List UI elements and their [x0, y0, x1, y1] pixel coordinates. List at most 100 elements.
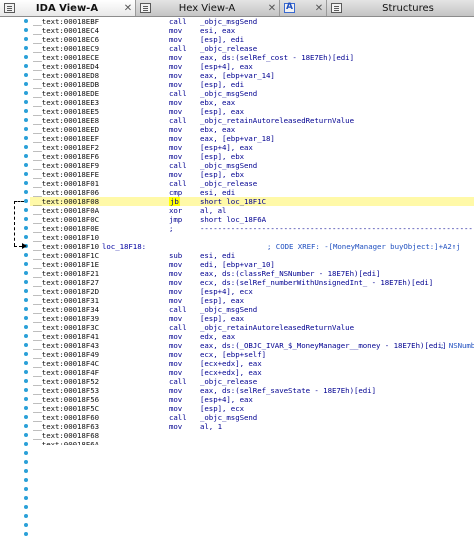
listing-row[interactable]: __text:00018F21 mov eax, ds:(classRef_NSNu…: [30, 269, 474, 278]
tab-structures[interactable]: Structures: [327, 0, 474, 16]
breakpoint-dot-icon[interactable]: [24, 469, 28, 473]
breakpoint-dot-icon[interactable]: [24, 28, 28, 32]
breakpoint-dot-icon[interactable]: [24, 406, 28, 410]
operands[interactable]: [esp+4], eax: [200, 62, 253, 71]
listing-row[interactable]: __text:00018F60 call _objc_msgSend: [30, 413, 474, 422]
operands[interactable]: _objc_release: [200, 179, 257, 188]
listing-row[interactable]: __text:00018F52 call _objc_release: [30, 377, 474, 386]
listing-row[interactable]: __text:00018EC9 call _objc_release: [30, 44, 474, 53]
operands[interactable]: [esp+4], ecx: [200, 287, 253, 296]
tab-ida-view-a[interactable]: IDA View-A ✕: [0, 0, 136, 16]
breakpoint-dot-icon[interactable]: [24, 478, 28, 482]
listing-row[interactable]: __text:00018F0C jmp short loc_18F6A: [30, 215, 474, 224]
operands[interactable]: [esp], ebx: [200, 152, 244, 161]
breakpoint-dot-icon[interactable]: [24, 55, 28, 59]
operands[interactable]: eax, ds:(_OBJC_IVAR_$_MoneyManager__mone…: [200, 341, 446, 350]
operands[interactable]: edi, [ebp+var_10]: [200, 260, 275, 269]
code-label[interactable]: loc_18F18:: [102, 242, 146, 251]
operands[interactable]: eax, ds:(classRef_NSNumber - 18E7Eh)[edi…: [200, 269, 380, 278]
breakpoint-dot-icon[interactable]: [24, 136, 28, 140]
listing-row[interactable]: __text:00018F56 mov [esp+4], eax: [30, 395, 474, 404]
listing-row[interactable]: __text:00018F41 mov edx, eax: [30, 332, 474, 341]
listing-row[interactable]: __text:00018F31 mov [esp], eax: [30, 296, 474, 305]
tab-font[interactable]: A ✕: [280, 0, 327, 16]
breakpoint-dot-icon[interactable]: [24, 424, 28, 428]
operands[interactable]: ebx, eax: [200, 125, 235, 134]
operands[interactable]: esi, eax: [200, 26, 235, 35]
close-icon[interactable]: ✕: [312, 3, 326, 14]
listing-row[interactable]: __text:00018ED4 mov [esp+4], eax: [30, 62, 474, 71]
listing-row[interactable]: __text:00018EC4 mov esi, eax: [30, 26, 474, 35]
operands[interactable]: al, al: [200, 206, 226, 215]
operands[interactable]: _objc_msgSend: [200, 413, 257, 422]
operands[interactable]: [esp], ecx: [200, 404, 244, 413]
breakpoint-dot-icon[interactable]: [24, 397, 28, 401]
breakpoint-dot-icon[interactable]: [24, 388, 28, 392]
operands[interactable]: _objc_release: [200, 44, 257, 53]
operands[interactable]: _objc_msgSend: [200, 89, 257, 98]
breakpoint-dot-icon[interactable]: [24, 19, 28, 23]
listing-row[interactable]: __text:00018F08 jb short loc_18F1C: [30, 197, 474, 206]
listing-row[interactable]: __text:00018F4F mov [ecx+edx], eax: [30, 368, 474, 377]
listing-row[interactable]: __text:00018F5C mov [esp], ecx: [30, 404, 474, 413]
listing-row[interactable]: __text:00018EDB mov [esp], edi: [30, 80, 474, 89]
operands[interactable]: [esp], eax: [200, 314, 244, 323]
listing-row[interactable]: __text:00018F49 mov ecx, [ebp+self]: [30, 350, 474, 359]
listing-row[interactable]: __text:00018ED8 mov eax, [ebp+var_14]: [30, 71, 474, 80]
breakpoint-dot-icon[interactable]: [24, 208, 28, 212]
listing-row[interactable]: __text:00018F63 mov al, 1: [30, 422, 474, 431]
listing-row[interactable]: __text:00018F06 cmp esi, edi: [30, 188, 474, 197]
listing-row[interactable]: __text:00018EBF call _objc_msgSend: [30, 17, 474, 26]
breakpoint-dot-icon[interactable]: [24, 199, 28, 203]
operands[interactable]: short loc_18F6A: [200, 215, 266, 224]
breakpoint-dot-icon[interactable]: [24, 262, 28, 266]
operands[interactable]: [esp], edi: [200, 80, 244, 89]
breakpoint-dot-icon[interactable]: [24, 505, 28, 509]
operands[interactable]: short loc_18F1C: [200, 197, 266, 206]
listing-row[interactable]: __text:00018EF9 call _objc_msgSend: [30, 161, 474, 170]
operands[interactable]: _objc_msgSend: [200, 17, 257, 26]
operands[interactable]: esi, edi: [200, 188, 235, 197]
listing-row[interactable]: __text:00018EE3 mov ebx, eax: [30, 98, 474, 107]
breakpoint-dot-icon[interactable]: [24, 352, 28, 356]
breakpoint-dot-icon[interactable]: [24, 451, 28, 455]
operands[interactable]: [esp+4], eax: [200, 143, 253, 152]
listing-row[interactable]: __text:00018ECE mov eax, ds:(selRef_cost -…: [30, 53, 474, 62]
breakpoint-dot-icon[interactable]: [24, 118, 28, 122]
breakpoint-dot-icon[interactable]: [24, 370, 28, 374]
breakpoint-dot-icon[interactable]: [24, 334, 28, 338]
operands[interactable]: esi, edi: [200, 251, 235, 260]
listing-row[interactable]: __text:00018F43 mov eax, ds:(_OBJC_IVAR_$_…: [30, 341, 474, 350]
breakpoint-dot-icon[interactable]: [24, 82, 28, 86]
listing-row[interactable]: __text:00018F10: [30, 233, 474, 242]
listing-row[interactable]: __text:00018EF2 mov [esp+4], eax: [30, 143, 474, 152]
listing-row[interactable]: __text:00018F01 call _objc_release: [30, 179, 474, 188]
operands[interactable]: ecx, ds:(selRef_numberWithUnsignedInt_ -…: [200, 278, 433, 287]
breakpoint-dot-icon[interactable]: [24, 109, 28, 113]
listing-row[interactable]: __text:00018F53 mov eax, ds:(selRef_saveSt…: [30, 386, 474, 395]
listing-row[interactable]: __text:00018F3C call _objc_retainAutorelea…: [30, 323, 474, 332]
breakpoint-dot-icon[interactable]: [24, 523, 28, 527]
listing-row[interactable]: __text:00018EF6 mov [esp], ebx: [30, 152, 474, 161]
breakpoint-dot-icon[interactable]: [24, 532, 28, 536]
operands[interactable]: eax, [ebp+var_14]: [200, 71, 275, 80]
breakpoint-dot-icon[interactable]: [24, 487, 28, 491]
breakpoint-dot-icon[interactable]: [24, 172, 28, 176]
breakpoint-dot-icon[interactable]: [24, 235, 28, 239]
breakpoint-dot-icon[interactable]: [24, 100, 28, 104]
operands[interactable]: _objc_release: [200, 377, 257, 386]
listing-row[interactable]: __text:00018EEF mov eax, [ebp+var_18]: [30, 134, 474, 143]
listing-row[interactable]: __text:00018F1E mov edi, [ebp+var_10]: [30, 260, 474, 269]
operands[interactable]: _objc_msgSend: [200, 305, 257, 314]
breakpoint-dot-icon[interactable]: [24, 181, 28, 185]
listing-row[interactable]: __text:00018F27 mov ecx, ds:(selRef_number…: [30, 278, 474, 287]
breakpoint-dot-icon[interactable]: [24, 73, 28, 77]
breakpoint-dot-icon[interactable]: [24, 316, 28, 320]
operands[interactable]: [ecx+edx], eax: [200, 359, 262, 368]
close-icon[interactable]: ✕: [265, 3, 279, 14]
breakpoint-dot-icon[interactable]: [24, 496, 28, 500]
listing-row[interactable]: __text:00018EC6 mov [esp], edi: [30, 35, 474, 44]
breakpoint-dot-icon[interactable]: [24, 460, 28, 464]
close-icon[interactable]: ✕: [121, 3, 135, 14]
operands[interactable]: [esp+4], eax: [200, 395, 253, 404]
